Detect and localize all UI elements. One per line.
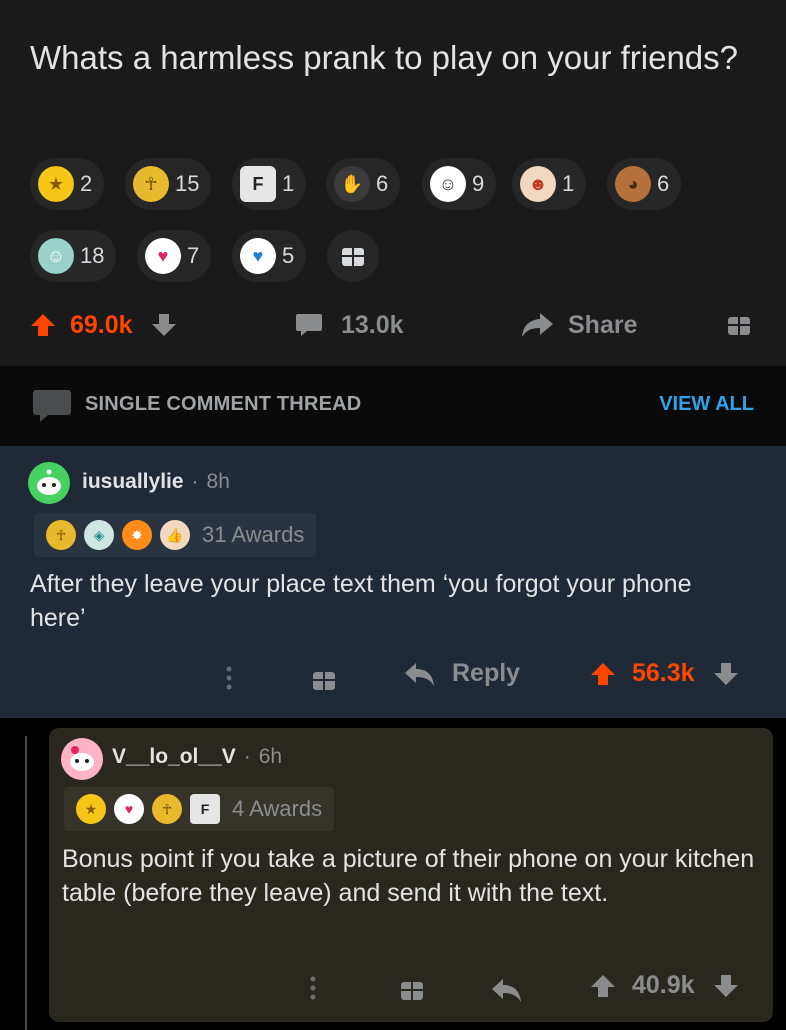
- award-chip[interactable]: ♥ 7: [137, 230, 212, 282]
- award-chip[interactable]: ☺ 18: [30, 230, 117, 282]
- laughing-face-award-icon: ☻: [520, 166, 556, 202]
- award-count: 6: [657, 171, 670, 196]
- heart-snoo-award-icon: ♥: [145, 238, 181, 274]
- more-options-icon[interactable]: [308, 974, 318, 1002]
- comment-username[interactable]: V__lo_ol__V: [112, 745, 236, 769]
- comments-button[interactable]: 13.0k: [295, 302, 404, 348]
- avatar[interactable]: [28, 462, 70, 504]
- award-chip[interactable]: ★ 2: [30, 158, 105, 210]
- comment-vote-count: 56.3k: [632, 659, 695, 687]
- gift-icon[interactable]: [310, 666, 338, 694]
- comment-actions: [224, 664, 234, 692]
- award-chip[interactable]: ☥ 15: [125, 158, 212, 210]
- comment-vote-group: 40.9k: [590, 971, 739, 1000]
- pharaoh-award-icon: ☥: [152, 794, 182, 824]
- downvote-arrow-icon[interactable]: [713, 973, 739, 999]
- snoo-avatar-icon: [37, 469, 61, 495]
- separator-dot: ·: [191, 470, 199, 493]
- comment-username[interactable]: iusuallylie: [82, 470, 184, 494]
- pharaoh-award-icon: ☥: [46, 520, 76, 550]
- reply-button[interactable]: Reply: [404, 659, 520, 688]
- post-title[interactable]: Whats a harmless prank to play on your f…: [30, 36, 750, 79]
- wholesome-snoo-award-icon: ♥: [240, 238, 276, 274]
- award-count: 7: [187, 243, 200, 268]
- comment-bubble-icon: [33, 390, 71, 422]
- award-chip[interactable]: ☺ 9: [422, 158, 497, 210]
- reply-arrow-icon: [405, 662, 434, 686]
- awards-pill[interactable]: ★ ♥ ☥ F 4 Awards: [64, 787, 335, 831]
- reply-arrow-icon[interactable]: [491, 976, 523, 1004]
- award-count: 18: [80, 243, 105, 268]
- awards-count-label: 31 Awards: [202, 522, 305, 547]
- post-card: Whats a harmless prank to play on your f…: [0, 0, 786, 366]
- gift-icon: [342, 248, 364, 266]
- comment-vote-count: 40.9k: [632, 971, 695, 999]
- give-award-button[interactable]: [725, 302, 753, 348]
- comment: iusuallylie · 8h ☥ ◈ ✸ 👍 31 Awards After…: [0, 446, 786, 718]
- thread-label: SINGLE COMMENT THREAD: [85, 393, 362, 415]
- award-chip[interactable]: ✋ 6: [326, 158, 401, 210]
- gift-icon: [728, 317, 750, 335]
- press-f-award-icon: F: [240, 166, 276, 202]
- thread-indent-line: [25, 736, 27, 1030]
- comment-vote-group: 56.3k: [590, 659, 739, 688]
- comment-age: 8h: [206, 470, 230, 493]
- reply-label: Reply: [452, 659, 521, 687]
- award-count: 9: [472, 171, 485, 196]
- awards-count-label: 4 Awards: [232, 796, 323, 821]
- sloth-award-icon: ◕: [615, 166, 651, 202]
- thumbs-up-award-icon: 👍: [160, 520, 190, 550]
- award-chip[interactable]: ♥ 5: [232, 230, 307, 282]
- award-chip[interactable]: ☻ 1: [512, 158, 587, 210]
- downvote-arrow-icon[interactable]: [713, 661, 739, 687]
- upvote-arrow-icon[interactable]: [30, 312, 56, 338]
- press-f-award-icon: F: [190, 794, 220, 824]
- heart-snoo-award-icon: ♥: [114, 794, 144, 824]
- platinum-award-icon: ◈: [84, 520, 114, 550]
- pharaoh-award-icon: ☥: [133, 166, 169, 202]
- snoo-helpful-award-icon: ☺: [430, 166, 466, 202]
- snoo-avatar-icon: [70, 746, 94, 771]
- award-count: 1: [562, 171, 575, 196]
- gift-icon[interactable]: [398, 976, 426, 1004]
- share-label: Share: [568, 310, 638, 339]
- award-chip[interactable]: F 1: [232, 158, 307, 210]
- upvote-arrow-icon[interactable]: [590, 661, 616, 687]
- comment-bubble-icon: [296, 314, 322, 336]
- avatar[interactable]: [61, 738, 103, 780]
- share-arrow-icon: [522, 313, 553, 337]
- gold-star-award-icon: ★: [76, 794, 106, 824]
- comment-body: After they leave your place text them ‘y…: [30, 570, 692, 632]
- share-button[interactable]: Share: [520, 302, 637, 348]
- view-all-link[interactable]: VIEW ALL: [659, 393, 754, 416]
- separator-dot: ·: [243, 745, 251, 768]
- downvote-arrow-icon[interactable]: [151, 312, 177, 338]
- clapping-hands-award-icon: ✋: [334, 166, 370, 202]
- more-options-icon[interactable]: [224, 664, 234, 692]
- comment: V__lo_ol__V · 6h ★ ♥ ☥ F 4 Awards Bonus …: [49, 728, 773, 1022]
- give-award-button[interactable]: [327, 230, 379, 282]
- post-vote-group: 69.0k: [30, 302, 177, 348]
- comment-header: V__lo_ol__V · 6h: [112, 745, 282, 769]
- post-vote-count: 69.0k: [70, 310, 133, 339]
- comment-count: 13.0k: [341, 310, 404, 339]
- angel-snoo-award-icon: ☺: [38, 238, 74, 274]
- awards-pill[interactable]: ☥ ◈ ✸ 👍 31 Awards: [34, 513, 317, 557]
- award-count: 2: [80, 171, 93, 196]
- comment-body: Bonus point if you take a picture of the…: [62, 845, 755, 907]
- comment-header: iusuallylie · 8h: [82, 470, 230, 494]
- award-count: 5: [282, 243, 295, 268]
- award-chip[interactable]: ◕ 6: [607, 158, 682, 210]
- comment-age: 6h: [258, 745, 283, 768]
- award-count: 15: [175, 171, 200, 196]
- award-count: 1: [282, 171, 295, 196]
- upvote-arrow-icon[interactable]: [590, 973, 616, 999]
- gold-star-award-icon: ★: [38, 166, 74, 202]
- starstruck-award-icon: ✸: [122, 520, 152, 550]
- award-count: 6: [376, 171, 389, 196]
